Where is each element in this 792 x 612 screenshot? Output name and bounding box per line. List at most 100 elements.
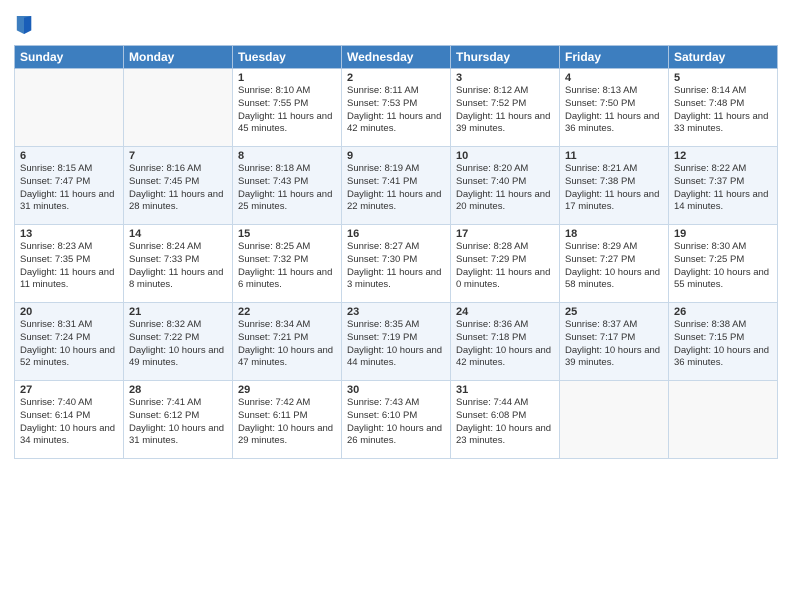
day-info: Sunrise: 8:37 AM Sunset: 7:17 PM Dayligh…: [565, 319, 663, 370]
calendar-cell: 4Sunrise: 8:13 AM Sunset: 7:50 PM Daylig…: [560, 69, 669, 147]
calendar-cell: 19Sunrise: 8:30 AM Sunset: 7:25 PM Dayli…: [669, 225, 778, 303]
calendar-cell: [15, 69, 124, 147]
day-number: 21: [129, 306, 227, 318]
day-number: 17: [456, 228, 554, 240]
day-info: Sunrise: 7:44 AM Sunset: 6:08 PM Dayligh…: [456, 397, 554, 448]
calendar-cell: 15Sunrise: 8:25 AM Sunset: 7:32 PM Dayli…: [233, 225, 342, 303]
calendar-cell: 2Sunrise: 8:11 AM Sunset: 7:53 PM Daylig…: [342, 69, 451, 147]
calendar-cell: [669, 381, 778, 459]
day-number: 25: [565, 306, 663, 318]
day-number: 12: [674, 150, 772, 162]
calendar-week-0: 1Sunrise: 8:10 AM Sunset: 7:55 PM Daylig…: [15, 69, 778, 147]
day-info: Sunrise: 8:24 AM Sunset: 7:33 PM Dayligh…: [129, 241, 227, 292]
day-info: Sunrise: 8:28 AM Sunset: 7:29 PM Dayligh…: [456, 241, 554, 292]
day-number: 1: [238, 72, 336, 84]
day-number: 23: [347, 306, 445, 318]
day-number: 9: [347, 150, 445, 162]
calendar-header-tuesday: Tuesday: [233, 46, 342, 69]
calendar-header-thursday: Thursday: [451, 46, 560, 69]
calendar-cell: 11Sunrise: 8:21 AM Sunset: 7:38 PM Dayli…: [560, 147, 669, 225]
day-number: 19: [674, 228, 772, 240]
day-number: 4: [565, 72, 663, 84]
day-info: Sunrise: 8:30 AM Sunset: 7:25 PM Dayligh…: [674, 241, 772, 292]
calendar-header-monday: Monday: [124, 46, 233, 69]
day-info: Sunrise: 8:36 AM Sunset: 7:18 PM Dayligh…: [456, 319, 554, 370]
day-number: 8: [238, 150, 336, 162]
day-info: Sunrise: 8:10 AM Sunset: 7:55 PM Dayligh…: [238, 85, 336, 136]
calendar-cell: 17Sunrise: 8:28 AM Sunset: 7:29 PM Dayli…: [451, 225, 560, 303]
calendar: SundayMondayTuesdayWednesdayThursdayFrid…: [14, 45, 778, 459]
day-info: Sunrise: 8:13 AM Sunset: 7:50 PM Dayligh…: [565, 85, 663, 136]
day-info: Sunrise: 8:19 AM Sunset: 7:41 PM Dayligh…: [347, 163, 445, 214]
day-info: Sunrise: 8:29 AM Sunset: 7:27 PM Dayligh…: [565, 241, 663, 292]
day-info: Sunrise: 8:32 AM Sunset: 7:22 PM Dayligh…: [129, 319, 227, 370]
day-number: 30: [347, 384, 445, 396]
day-info: Sunrise: 8:14 AM Sunset: 7:48 PM Dayligh…: [674, 85, 772, 136]
day-info: Sunrise: 8:25 AM Sunset: 7:32 PM Dayligh…: [238, 241, 336, 292]
day-info: Sunrise: 7:41 AM Sunset: 6:12 PM Dayligh…: [129, 397, 227, 448]
calendar-week-1: 6Sunrise: 8:15 AM Sunset: 7:47 PM Daylig…: [15, 147, 778, 225]
day-number: 3: [456, 72, 554, 84]
day-number: 13: [20, 228, 118, 240]
day-info: Sunrise: 8:11 AM Sunset: 7:53 PM Dayligh…: [347, 85, 445, 136]
calendar-cell: 6Sunrise: 8:15 AM Sunset: 7:47 PM Daylig…: [15, 147, 124, 225]
calendar-cell: 13Sunrise: 8:23 AM Sunset: 7:35 PM Dayli…: [15, 225, 124, 303]
calendar-cell: 7Sunrise: 8:16 AM Sunset: 7:45 PM Daylig…: [124, 147, 233, 225]
calendar-cell: [560, 381, 669, 459]
calendar-cell: 20Sunrise: 8:31 AM Sunset: 7:24 PM Dayli…: [15, 303, 124, 381]
calendar-cell: 23Sunrise: 8:35 AM Sunset: 7:19 PM Dayli…: [342, 303, 451, 381]
calendar-cell: 25Sunrise: 8:37 AM Sunset: 7:17 PM Dayli…: [560, 303, 669, 381]
calendar-cell: 27Sunrise: 7:40 AM Sunset: 6:14 PM Dayli…: [15, 381, 124, 459]
day-number: 10: [456, 150, 554, 162]
calendar-cell: 1Sunrise: 8:10 AM Sunset: 7:55 PM Daylig…: [233, 69, 342, 147]
page: SundayMondayTuesdayWednesdayThursdayFrid…: [0, 0, 792, 612]
day-number: 24: [456, 306, 554, 318]
header-row: SundayMondayTuesdayWednesdayThursdayFrid…: [15, 46, 778, 69]
day-number: 29: [238, 384, 336, 396]
day-number: 26: [674, 306, 772, 318]
day-info: Sunrise: 8:34 AM Sunset: 7:21 PM Dayligh…: [238, 319, 336, 370]
calendar-header-friday: Friday: [560, 46, 669, 69]
calendar-header-saturday: Saturday: [669, 46, 778, 69]
calendar-header-wednesday: Wednesday: [342, 46, 451, 69]
day-info: Sunrise: 7:43 AM Sunset: 6:10 PM Dayligh…: [347, 397, 445, 448]
calendar-cell: 16Sunrise: 8:27 AM Sunset: 7:30 PM Dayli…: [342, 225, 451, 303]
day-number: 15: [238, 228, 336, 240]
day-number: 2: [347, 72, 445, 84]
day-number: 16: [347, 228, 445, 240]
calendar-cell: 31Sunrise: 7:44 AM Sunset: 6:08 PM Dayli…: [451, 381, 560, 459]
calendar-week-4: 27Sunrise: 7:40 AM Sunset: 6:14 PM Dayli…: [15, 381, 778, 459]
day-info: Sunrise: 8:38 AM Sunset: 7:15 PM Dayligh…: [674, 319, 772, 370]
calendar-cell: 21Sunrise: 8:32 AM Sunset: 7:22 PM Dayli…: [124, 303, 233, 381]
day-number: 18: [565, 228, 663, 240]
day-number: 20: [20, 306, 118, 318]
calendar-cell: [124, 69, 233, 147]
calendar-cell: 26Sunrise: 8:38 AM Sunset: 7:15 PM Dayli…: [669, 303, 778, 381]
calendar-cell: 18Sunrise: 8:29 AM Sunset: 7:27 PM Dayli…: [560, 225, 669, 303]
day-number: 28: [129, 384, 227, 396]
calendar-cell: 29Sunrise: 7:42 AM Sunset: 6:11 PM Dayli…: [233, 381, 342, 459]
day-info: Sunrise: 8:31 AM Sunset: 7:24 PM Dayligh…: [20, 319, 118, 370]
calendar-week-2: 13Sunrise: 8:23 AM Sunset: 7:35 PM Dayli…: [15, 225, 778, 303]
day-number: 6: [20, 150, 118, 162]
day-info: Sunrise: 7:42 AM Sunset: 6:11 PM Dayligh…: [238, 397, 336, 448]
day-info: Sunrise: 8:20 AM Sunset: 7:40 PM Dayligh…: [456, 163, 554, 214]
day-number: 31: [456, 384, 554, 396]
calendar-cell: 10Sunrise: 8:20 AM Sunset: 7:40 PM Dayli…: [451, 147, 560, 225]
calendar-cell: 24Sunrise: 8:36 AM Sunset: 7:18 PM Dayli…: [451, 303, 560, 381]
day-info: Sunrise: 8:12 AM Sunset: 7:52 PM Dayligh…: [456, 85, 554, 136]
logo: [14, 14, 34, 41]
day-info: Sunrise: 8:35 AM Sunset: 7:19 PM Dayligh…: [347, 319, 445, 370]
day-info: Sunrise: 8:21 AM Sunset: 7:38 PM Dayligh…: [565, 163, 663, 214]
logo-icon: [15, 14, 33, 36]
calendar-cell: 5Sunrise: 8:14 AM Sunset: 7:48 PM Daylig…: [669, 69, 778, 147]
calendar-cell: 28Sunrise: 7:41 AM Sunset: 6:12 PM Dayli…: [124, 381, 233, 459]
day-info: Sunrise: 8:15 AM Sunset: 7:47 PM Dayligh…: [20, 163, 118, 214]
day-number: 14: [129, 228, 227, 240]
calendar-cell: 14Sunrise: 8:24 AM Sunset: 7:33 PM Dayli…: [124, 225, 233, 303]
day-number: 5: [674, 72, 772, 84]
day-number: 11: [565, 150, 663, 162]
day-number: 27: [20, 384, 118, 396]
header: [14, 10, 778, 41]
calendar-cell: 12Sunrise: 8:22 AM Sunset: 7:37 PM Dayli…: [669, 147, 778, 225]
